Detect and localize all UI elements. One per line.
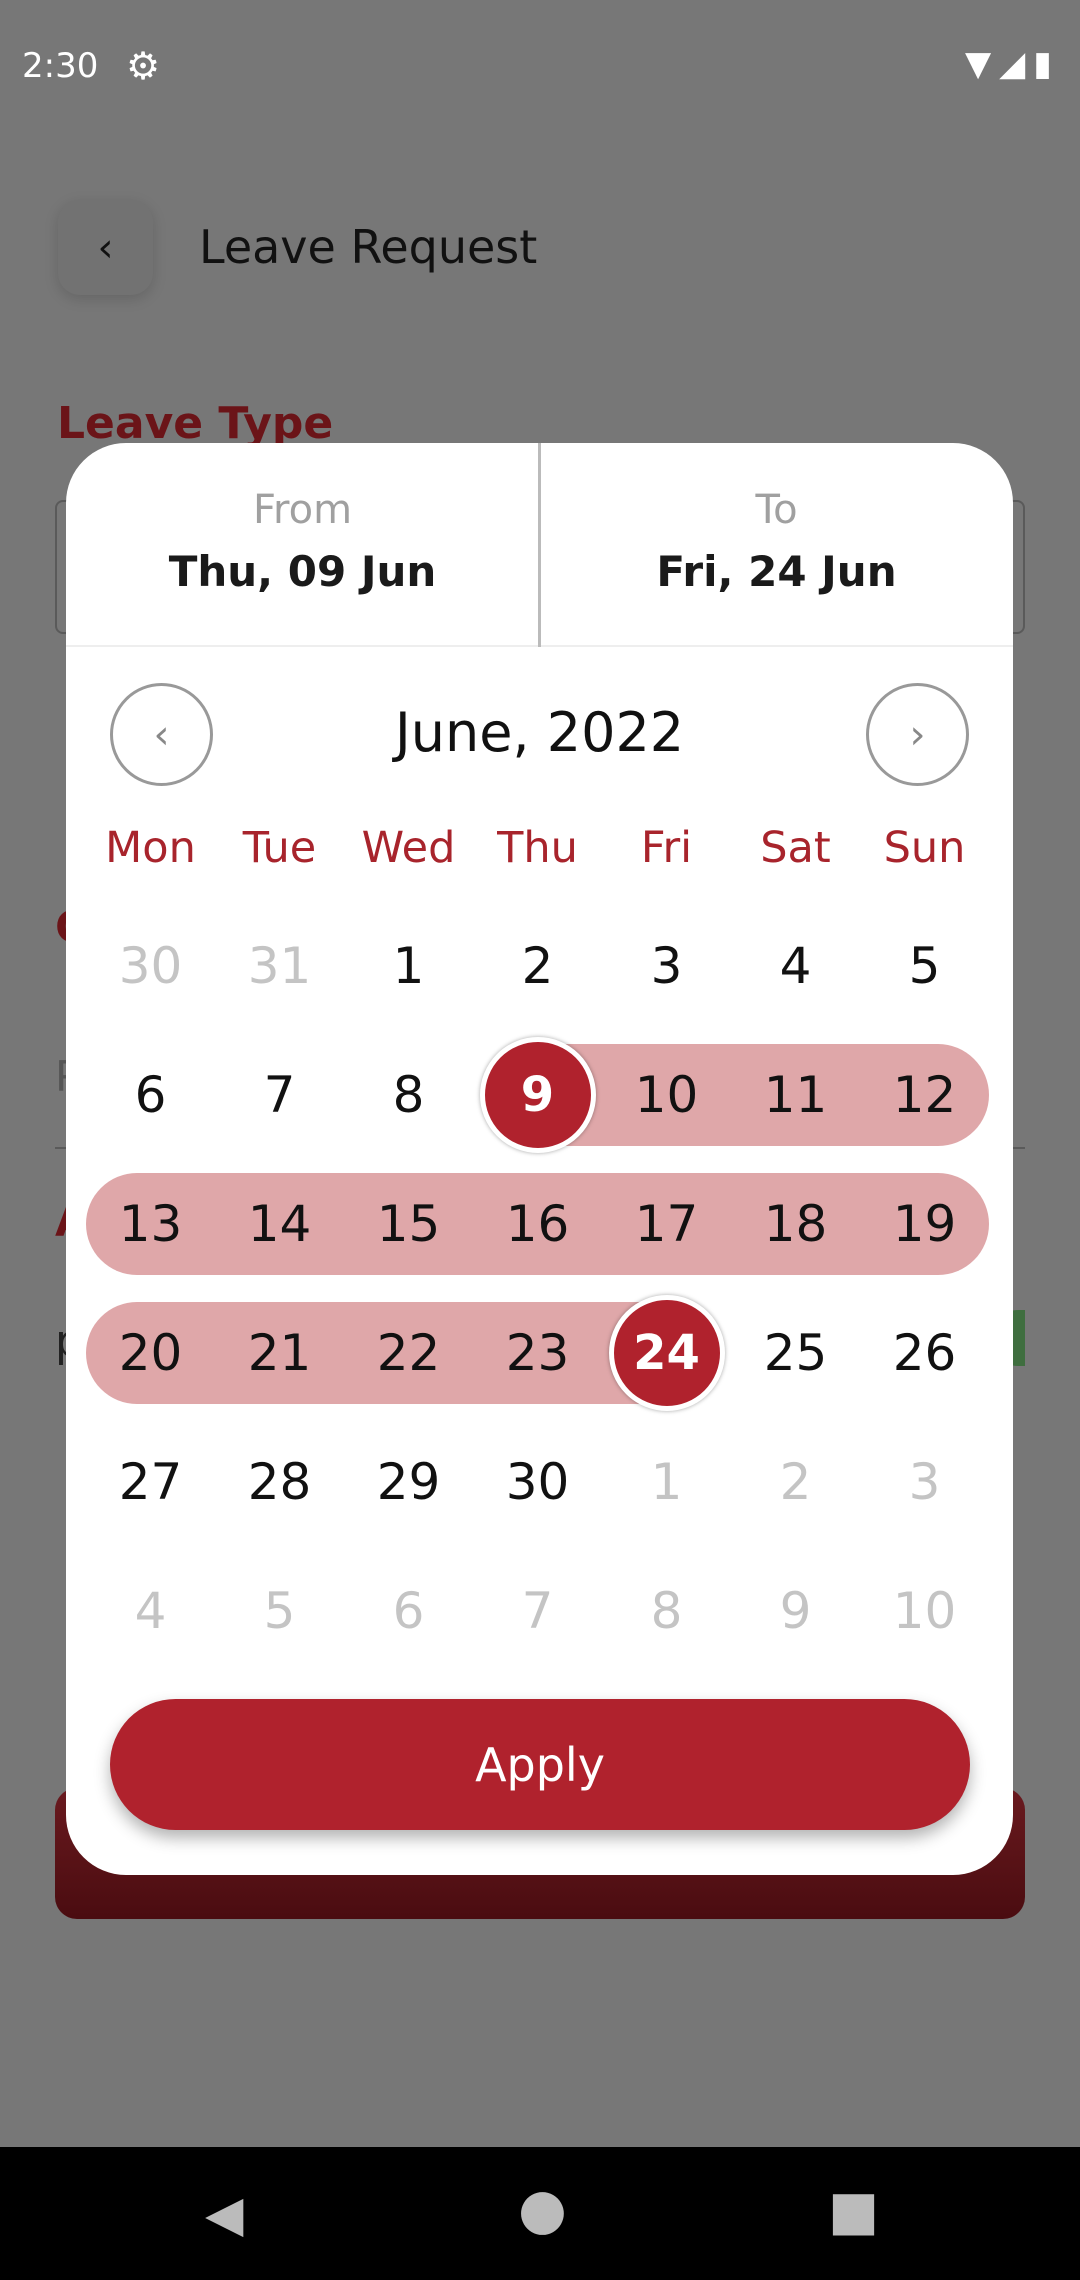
day-cell[interactable]: 3: [602, 915, 731, 1017]
leave-type-label: Leave Type: [57, 398, 334, 449]
day-cell[interactable]: 5: [860, 915, 989, 1017]
day-cell[interactable]: 22: [344, 1302, 473, 1404]
to-section[interactable]: To Fri, 24 Jun: [540, 443, 1013, 647]
apply-button[interactable]: Apply: [110, 1699, 970, 1830]
day-cell[interactable]: 8: [344, 1044, 473, 1146]
day-cell-outside-month[interactable]: 5: [215, 1560, 344, 1662]
day-cell-outside-month[interactable]: 10: [860, 1560, 989, 1662]
day-cell[interactable]: 16: [473, 1173, 602, 1275]
battery-icon: ▮: [1033, 44, 1060, 84]
signal-icon: ◢: [999, 44, 1034, 84]
day-cell-outside-month[interactable]: 6: [344, 1560, 473, 1662]
recents-nav-icon[interactable]: ■: [828, 2179, 879, 2242]
day-cell[interactable]: 30: [473, 1431, 602, 1533]
date-range-picker-dialog: From Thu, 09 Jun To Fri, 24 Jun ‹ June, …: [66, 443, 1013, 1875]
from-section[interactable]: From Thu, 09 Jun: [66, 443, 539, 647]
day-cell-outside-month[interactable]: 8: [602, 1560, 731, 1662]
range-end-day: 24: [608, 1295, 725, 1411]
from-label: From: [252, 487, 353, 533]
system-nav-bar: ◀ ● ■: [0, 2147, 1080, 2280]
wifi-icon: ▼: [964, 44, 1000, 84]
weekday-header: Sun: [883, 823, 966, 873]
apply-label: Apply: [475, 1737, 605, 1792]
next-month-button[interactable]: ›: [866, 683, 969, 786]
day-cell-outside-month[interactable]: 3: [860, 1431, 989, 1533]
day-cell-outside-month[interactable]: 2: [731, 1431, 860, 1533]
weekday-header: Sat: [760, 823, 831, 873]
day-cell[interactable]: 20: [86, 1302, 215, 1404]
day-cell[interactable]: 18: [731, 1173, 860, 1275]
day-cell[interactable]: 26: [860, 1302, 989, 1404]
day-cell-outside-month[interactable]: 30: [86, 915, 215, 1017]
chevron-left-icon: ‹: [97, 224, 114, 271]
weekday-header: Tue: [242, 823, 317, 873]
home-nav-icon[interactable]: ●: [518, 2177, 567, 2242]
day-cell[interactable]: 9: [473, 1037, 602, 1153]
day-cell-outside-month[interactable]: 31: [215, 915, 344, 1017]
day-cell[interactable]: 15: [344, 1173, 473, 1275]
day-cell[interactable]: 14: [215, 1173, 344, 1275]
gear-icon: ⚙: [126, 44, 161, 88]
from-value: Thu, 09 Jun: [168, 547, 437, 596]
day-cell[interactable]: 7: [215, 1044, 344, 1146]
day-cell[interactable]: 11: [731, 1044, 860, 1146]
weekday-header: Mon: [105, 823, 196, 873]
day-cell[interactable]: 12: [860, 1044, 989, 1146]
weekday-header: Fri: [640, 823, 693, 873]
day-cell[interactable]: 1: [344, 915, 473, 1017]
status-bar: 2:30 ⚙ ▼◢▮: [0, 0, 1080, 130]
day-cell[interactable]: 6: [86, 1044, 215, 1146]
day-cell[interactable]: 10: [602, 1044, 731, 1146]
page-title: Leave Request: [199, 220, 538, 274]
back-button[interactable]: ‹: [58, 200, 153, 295]
weekday-header: Thu: [497, 823, 578, 873]
day-cell[interactable]: 19: [860, 1173, 989, 1275]
to-value: Fri, 24 Jun: [656, 547, 897, 596]
day-cell-outside-month[interactable]: 7: [473, 1560, 602, 1662]
day-cell-outside-month[interactable]: 9: [731, 1560, 860, 1662]
back-nav-icon[interactable]: ◀: [205, 2185, 243, 2243]
chevron-right-icon: ›: [909, 711, 926, 758]
to-label: To: [755, 487, 798, 533]
day-cell[interactable]: 17: [602, 1173, 731, 1275]
day-cell[interactable]: 27: [86, 1431, 215, 1533]
weekday-header: Wed: [361, 823, 456, 873]
status-time: 2:30: [22, 46, 99, 86]
day-cell[interactable]: 4: [731, 915, 860, 1017]
day-cell-outside-month[interactable]: 4: [86, 1560, 215, 1662]
day-cell[interactable]: 21: [215, 1302, 344, 1404]
day-cell[interactable]: 29: [344, 1431, 473, 1533]
day-cell[interactable]: 13: [86, 1173, 215, 1275]
range-start-day: 9: [479, 1037, 596, 1153]
day-cell[interactable]: 23: [473, 1302, 602, 1404]
day-cell-outside-month[interactable]: 1: [602, 1431, 731, 1533]
day-cell[interactable]: 2: [473, 915, 602, 1017]
day-cell[interactable]: 25: [731, 1302, 860, 1404]
day-cell[interactable]: 28: [215, 1431, 344, 1533]
range-header: From Thu, 09 Jun To Fri, 24 Jun: [66, 443, 1013, 647]
day-cell[interactable]: 24: [602, 1295, 731, 1411]
